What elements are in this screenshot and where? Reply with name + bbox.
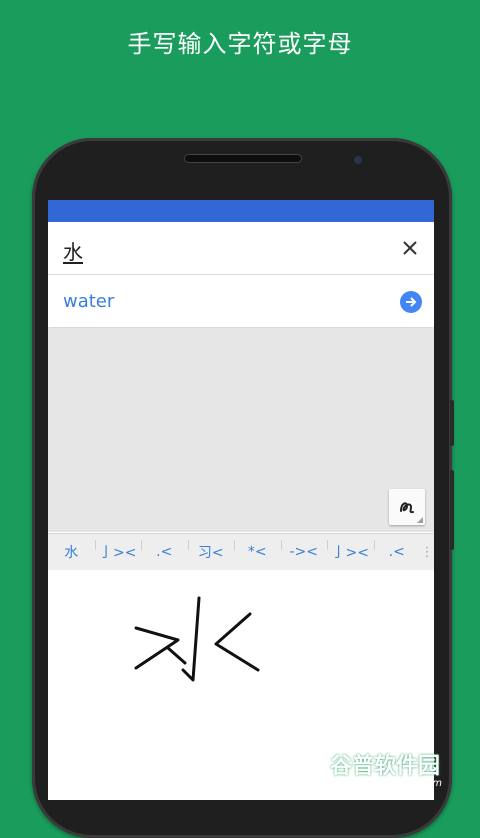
clear-button[interactable]	[396, 234, 424, 262]
candidate-item[interactable]: 习<	[187, 534, 235, 570]
candidate-item[interactable]: 亅><	[94, 534, 142, 570]
handwriting-icon	[400, 502, 414, 514]
handwriting-toggle-button[interactable]	[389, 489, 425, 525]
phone-speaker	[184, 154, 302, 163]
translation-row[interactable]: water	[48, 275, 434, 327]
candidate-item[interactable]: .<	[141, 534, 188, 570]
phone-power-button	[450, 470, 454, 550]
watermark: 谷普软件园 www.gupuxiazai.com	[330, 748, 478, 796]
phone-volume-button	[450, 400, 454, 446]
candidate-item[interactable]: 水	[48, 534, 95, 570]
watermark-url: www.gupuxiazai.com	[336, 778, 442, 789]
more-vertical-icon[interactable]: ⋮	[420, 534, 434, 570]
source-text-input[interactable]: 水	[63, 236, 83, 265]
phone-camera	[354, 156, 362, 164]
arrow-right-icon	[406, 297, 417, 307]
status-bar	[48, 200, 434, 222]
app-screen: 水 water 水 亅>< .< 习< *< ->< 亅>< .< ⋮	[48, 200, 434, 800]
promo-title: 手写输入字符或字母	[127, 30, 353, 58]
candidate-item[interactable]: *<	[234, 534, 281, 570]
translation-text: water	[63, 291, 115, 312]
source-input-row: 水	[48, 222, 434, 275]
candidate-bar: 水 亅>< .< 习< *< ->< 亅>< .< ⋮	[48, 533, 434, 571]
watermark-logo-text: 谷普软件园	[330, 754, 441, 779]
candidate-item[interactable]: -><	[280, 534, 328, 570]
resize-corner-icon	[417, 517, 423, 523]
candidate-item[interactable]: .<	[373, 534, 421, 570]
results-area	[48, 328, 434, 532]
open-translation-button[interactable]	[400, 291, 422, 313]
close-icon	[403, 241, 417, 255]
candidate-item[interactable]: 亅><	[327, 534, 374, 570]
